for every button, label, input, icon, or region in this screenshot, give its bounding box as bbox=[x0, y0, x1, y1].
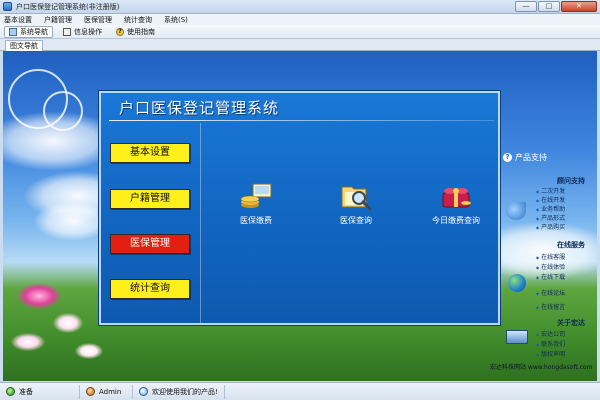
support-link[interactable]: 在线开发 bbox=[536, 195, 565, 204]
support-link[interactable]: 在线体验 bbox=[536, 262, 565, 271]
status-user-cell: Admin bbox=[80, 384, 133, 399]
gift-money-icon bbox=[439, 181, 473, 211]
status-welcome-text: 欢迎使用我们的产品! bbox=[152, 387, 218, 396]
help-icon: ? bbox=[116, 27, 124, 36]
func-medical-payment[interactable]: 医保缴费 bbox=[211, 181, 301, 226]
function-area: 医保缴费 医保查询 今日缴费查询 bbox=[211, 181, 501, 261]
status-bar: 准备 Admin 欢迎使用我们的产品! bbox=[0, 382, 600, 400]
support-link[interactable]: 业务帮助 bbox=[536, 204, 565, 213]
title-bar: 户口医保登记管理系统(非注册版) — □ ✕ bbox=[0, 0, 600, 14]
flower-decoration bbox=[75, 343, 103, 359]
title-divider bbox=[109, 120, 494, 121]
menu-system[interactable]: 系统(S) bbox=[164, 15, 188, 25]
toolbar-user-guide-button[interactable]: ? 使用指南 bbox=[112, 26, 159, 38]
ring-decoration bbox=[43, 91, 83, 131]
section-about-title: 关于宏达 bbox=[557, 319, 585, 327]
arrow-icon bbox=[506, 202, 526, 220]
close-button[interactable]: ✕ bbox=[561, 1, 597, 12]
status-ready-cell: 准备 bbox=[0, 384, 80, 399]
user-icon bbox=[86, 387, 95, 396]
question-icon: ? bbox=[503, 153, 512, 162]
section-online-service-title: 在线服务 bbox=[557, 241, 585, 249]
flower-decoration bbox=[17, 283, 61, 309]
nav-statistics-button[interactable]: 统计查询 bbox=[110, 279, 190, 299]
minimize-button[interactable]: — bbox=[515, 1, 537, 12]
payment-icon bbox=[239, 181, 273, 211]
toolbar-info-operation-button[interactable]: 信息操作 bbox=[59, 26, 106, 38]
func-today-payment-query[interactable]: 今日缴费查询 bbox=[411, 181, 501, 226]
menu-bar: 基本设置 户籍管理 医保管理 统计查询 系统(S) bbox=[0, 14, 600, 25]
ready-icon bbox=[6, 387, 15, 396]
tab-graphic-nav[interactable]: 图文导航 bbox=[5, 40, 43, 51]
nav-household-button[interactable]: 户籍管理 bbox=[110, 189, 190, 209]
toolbar-system-nav-label: 系统导航 bbox=[20, 27, 48, 36]
support-link[interactable]: 产品形式 bbox=[536, 213, 565, 222]
menu-household[interactable]: 户籍管理 bbox=[44, 15, 72, 25]
welcome-icon bbox=[139, 387, 148, 396]
support-link[interactable]: 宏达公司 bbox=[536, 329, 565, 338]
status-ready-text: 准备 bbox=[19, 387, 33, 396]
support-link[interactable]: 在线客服 bbox=[536, 252, 565, 261]
panel-title: 户口医保登记管理系统 bbox=[119, 99, 280, 117]
section-consulting-title: 顾问支持 bbox=[557, 177, 585, 185]
status-welcome-cell: 欢迎使用我们的产品! bbox=[133, 384, 225, 399]
menu-statistics[interactable]: 统计查询 bbox=[124, 15, 152, 25]
product-support-panel: ? 产品支持 顾问支持 二次开发 在线开发 业务帮助 产品形式 产品购买 在线服… bbox=[503, 152, 595, 382]
app-icon bbox=[3, 2, 12, 11]
window-controls: — □ ✕ bbox=[515, 1, 597, 12]
panel-nav: 基本设置 户籍管理 医保管理 统计查询 bbox=[101, 123, 201, 323]
support-link[interactable]: 联系我们 bbox=[536, 339, 565, 348]
main-panel: 户口医保登记管理系统 基本设置 户籍管理 医保管理 统计查询 医保缴费 医保查询… bbox=[99, 91, 500, 325]
func-medical-query-label: 医保查询 bbox=[340, 216, 372, 225]
toolbar-system-nav-button[interactable]: 系统导航 bbox=[4, 25, 53, 38]
menu-basic-settings[interactable]: 基本设置 bbox=[4, 15, 32, 25]
toolbar-user-guide-label: 使用指南 bbox=[127, 27, 155, 36]
toolbar: 系统导航 信息操作 ? 使用指南 bbox=[0, 25, 600, 39]
website-link[interactable]: 宏达科技网站 www.hongdasoft.com bbox=[490, 362, 592, 371]
support-link[interactable]: 二次开发 bbox=[536, 186, 565, 195]
info-icon bbox=[63, 27, 71, 36]
laptop-icon bbox=[506, 330, 528, 344]
func-medical-payment-label: 医保缴费 bbox=[240, 216, 272, 225]
maximize-button[interactable]: □ bbox=[538, 1, 560, 12]
flower-decoration bbox=[11, 333, 45, 351]
monitor-icon bbox=[9, 27, 17, 36]
support-title: 产品支持 bbox=[515, 153, 547, 162]
tab-strip: 图文导航 bbox=[0, 39, 600, 51]
flower-decoration bbox=[53, 313, 83, 333]
menu-medical-insurance[interactable]: 医保管理 bbox=[84, 15, 112, 25]
func-today-payment-query-label: 今日缴费查询 bbox=[432, 216, 480, 225]
support-header: ? 产品支持 bbox=[503, 152, 547, 163]
nav-basic-settings-button[interactable]: 基本设置 bbox=[110, 143, 190, 163]
status-user-text: Admin bbox=[99, 387, 122, 396]
support-link[interactable]: 在线下载 bbox=[536, 272, 565, 281]
support-link[interactable]: 在线留言 bbox=[536, 302, 565, 311]
support-link[interactable]: 版权声明 bbox=[536, 349, 565, 358]
nav-medical-insurance-button[interactable]: 医保管理 bbox=[110, 234, 190, 254]
globe-icon bbox=[508, 274, 526, 292]
toolbar-info-operation-label: 信息操作 bbox=[74, 27, 102, 36]
support-link[interactable]: 在线论坛 bbox=[536, 288, 565, 297]
support-link[interactable]: 产品购买 bbox=[536, 222, 565, 231]
window-title: 户口医保登记管理系统(非注册版) bbox=[16, 2, 120, 11]
func-medical-query[interactable]: 医保查询 bbox=[311, 181, 401, 226]
search-icon bbox=[339, 181, 373, 211]
